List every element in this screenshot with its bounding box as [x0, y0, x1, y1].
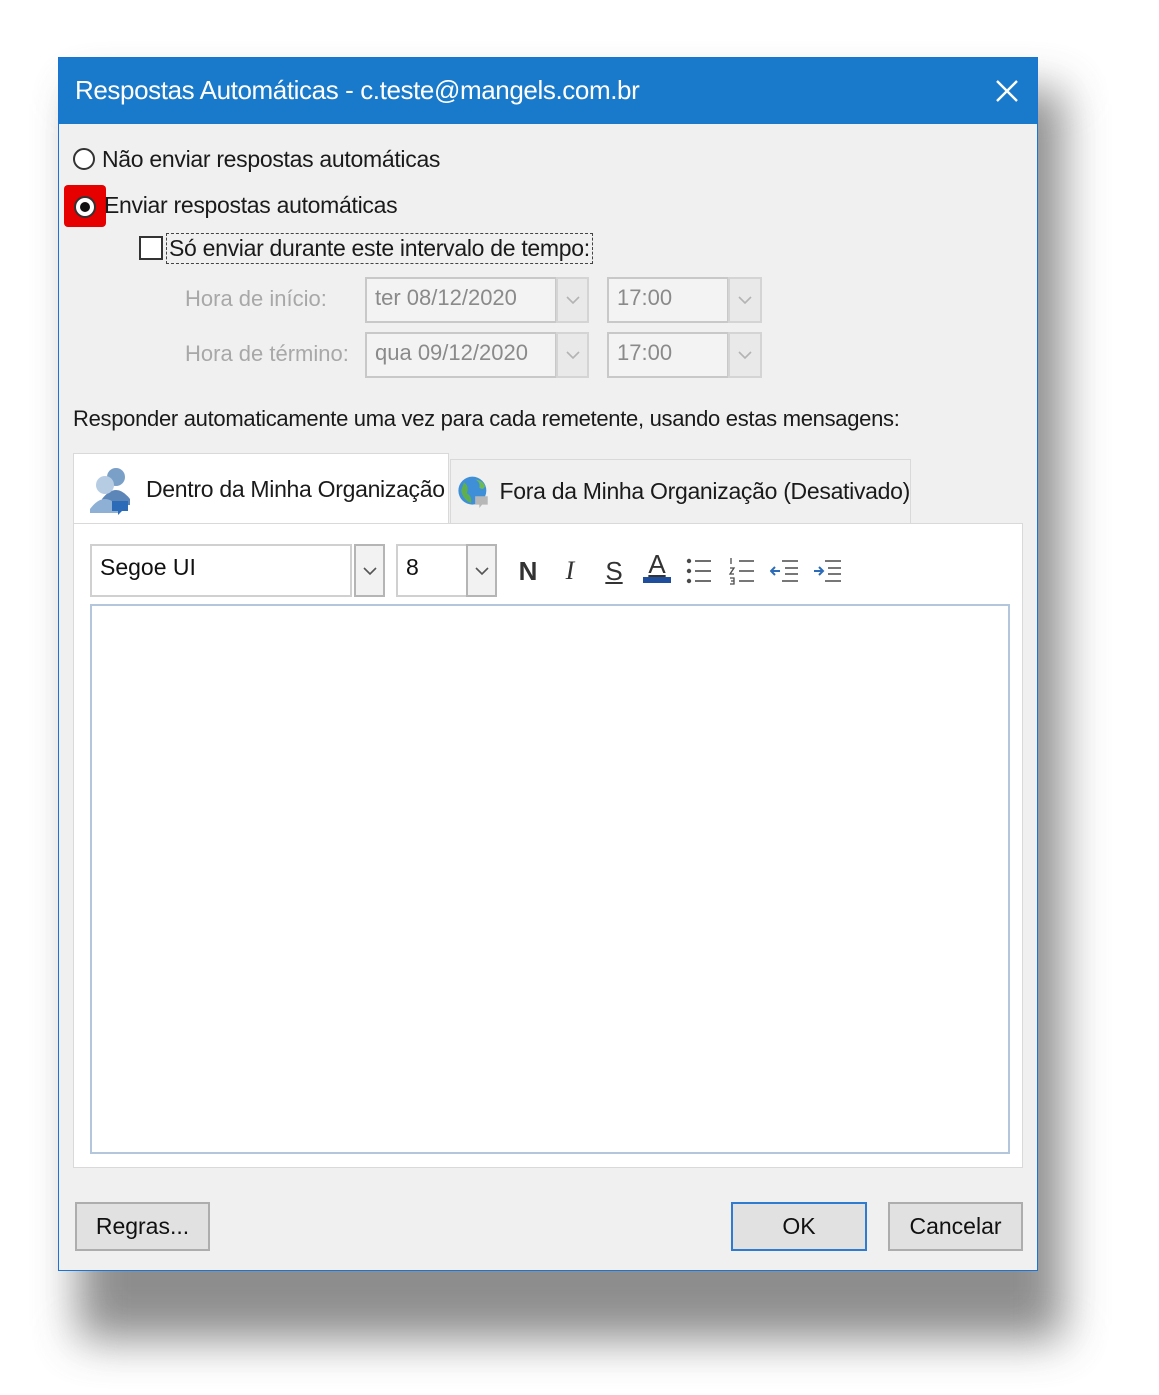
cancel-button[interactable]: Cancelar [888, 1202, 1023, 1251]
tab-outside-organization[interactable]: Fora da Minha Organização (Desativado) [450, 459, 911, 523]
start-time-combo[interactable]: 17:00 [607, 277, 729, 323]
chevron-down-icon [362, 566, 377, 575]
font-size-dropdown[interactable] [466, 544, 497, 597]
start-time-value: 17:00 [617, 285, 673, 310]
bullets-button[interactable] [681, 551, 717, 591]
decrease-indent-button[interactable] [767, 551, 803, 591]
reply-instructions: Responder automaticamente uma vez para c… [73, 406, 900, 431]
message-editor[interactable] [90, 604, 1010, 1154]
font-size-combo[interactable]: 8 [396, 544, 468, 597]
bold-button[interactable]: N [510, 551, 546, 591]
end-time-combo[interactable]: 17:00 [607, 332, 729, 378]
title-bar: Respostas Automáticas - c.teste@mangels.… [59, 58, 1037, 124]
decrease-indent-icon [770, 560, 798, 582]
tab-inside-organization[interactable]: Dentro da Minha Organização [73, 453, 449, 525]
end-time-label: Hora de término: [185, 341, 349, 366]
auto-replies-dialog: Respostas Automáticas - c.teste@mangels.… [58, 57, 1038, 1271]
time-range-label: Só enviar durante este intervalo de temp… [166, 233, 593, 264]
start-date-value: ter 08/12/2020 [375, 285, 517, 310]
font-color-button[interactable]: A [639, 547, 675, 587]
start-date-dropdown[interactable] [556, 277, 589, 323]
rules-button-label: Regras... [95, 1213, 190, 1239]
send-reply-radio[interactable] [74, 196, 96, 218]
start-time-dropdown[interactable] [728, 277, 762, 323]
cancel-button-label: Cancelar [909, 1213, 1002, 1239]
font-name-value: Segoe UI [100, 554, 196, 580]
tab-outside-label: Fora da Minha Organização (Desativado) [499, 478, 911, 504]
globe-icon [458, 476, 488, 508]
bold-label: N [518, 555, 538, 586]
font-size-value: 8 [406, 554, 419, 580]
start-time-label: Hora de início: [185, 286, 327, 311]
ok-button[interactable]: OK [731, 1202, 867, 1251]
font-name-combo[interactable]: Segoe UI [90, 544, 352, 597]
chevron-down-icon [565, 296, 580, 305]
window-title: Respostas Automáticas - c.teste@mangels.… [75, 75, 640, 105]
chevron-down-icon [474, 566, 489, 575]
people-icon [90, 467, 130, 515]
time-range-checkbox[interactable] [139, 236, 163, 260]
send-reply-label: Enviar respostas automáticas [104, 192, 398, 218]
font-color-swatch [643, 577, 671, 583]
tab-inside-label: Dentro da Minha Organização [146, 476, 445, 502]
numbering-button[interactable] [724, 551, 760, 591]
close-button[interactable] [977, 58, 1037, 124]
message-panel: Segoe UI 8 N I S A [73, 523, 1023, 1168]
italic-label: I [565, 556, 575, 585]
end-time-dropdown[interactable] [728, 332, 762, 378]
numbered-list-icon [728, 558, 754, 585]
start-date-combo[interactable]: ter 08/12/2020 [365, 277, 557, 323]
end-date-dropdown[interactable] [556, 332, 589, 378]
end-date-combo[interactable]: qua 09/12/2020 [365, 332, 557, 378]
no-reply-label: Não enviar respostas automáticas [102, 146, 441, 172]
increase-indent-icon [814, 560, 841, 582]
increase-indent-button[interactable] [810, 551, 846, 591]
chevron-down-icon [738, 296, 752, 305]
end-time-value: 17:00 [617, 340, 673, 365]
bullet-list-icon [686, 558, 711, 584]
font-color-label: A [648, 549, 666, 579]
close-icon [996, 80, 1018, 102]
chevron-down-icon [738, 351, 752, 360]
underline-button[interactable]: S [596, 551, 632, 591]
no-reply-radio[interactable] [73, 148, 95, 170]
underline-label: S [605, 555, 623, 586]
end-date-value: qua 09/12/2020 [375, 340, 528, 365]
font-name-dropdown[interactable] [354, 544, 385, 597]
ok-button-label: OK [782, 1213, 816, 1239]
chevron-down-icon [565, 351, 580, 360]
radio-selected-dot [80, 202, 90, 212]
italic-button[interactable]: I [552, 551, 588, 591]
rules-button[interactable]: Regras... [75, 1202, 210, 1251]
